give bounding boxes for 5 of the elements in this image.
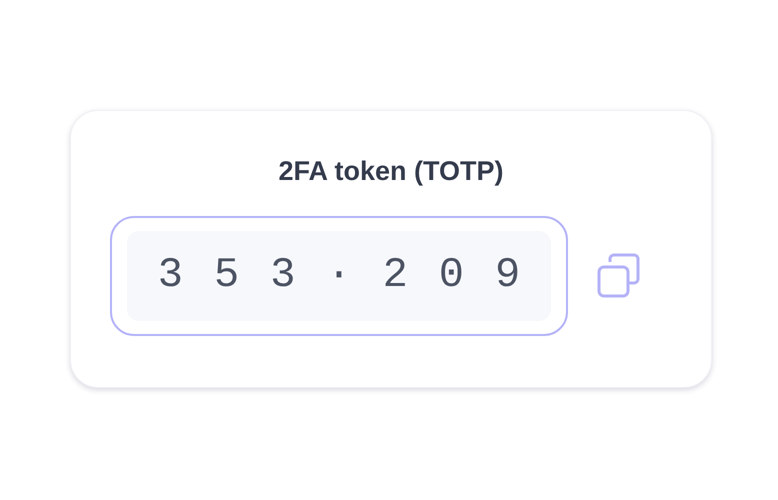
token-code: 353·209 (158, 250, 552, 301)
copy-button[interactable] (596, 252, 642, 298)
copy-icon (596, 252, 642, 298)
token-field[interactable]: 353·209 (110, 216, 568, 336)
card-title: 2FA token (TOTP) (278, 155, 504, 188)
